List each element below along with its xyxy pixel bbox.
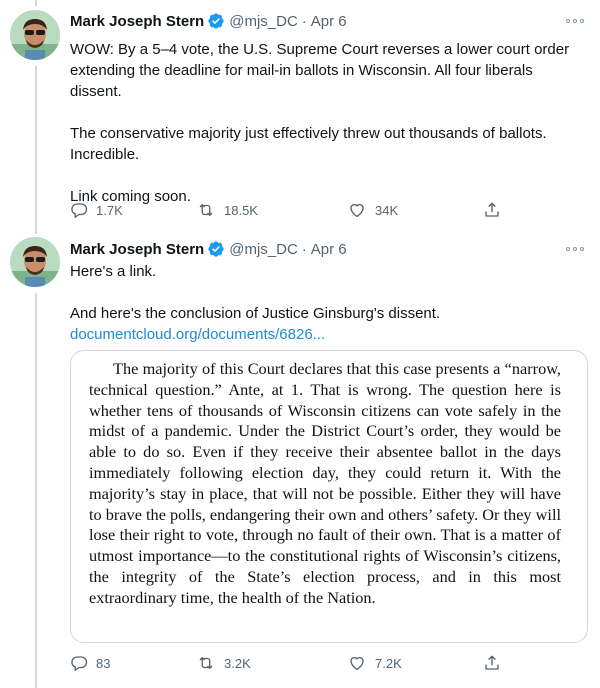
document-image[interactable]: The majority of this Court declares that… xyxy=(70,350,588,643)
author-name[interactable]: Mark Joseph Stern xyxy=(70,13,204,30)
tweet-paragraph: And here's the conclusion of Justice Gin… xyxy=(70,305,441,322)
like-icon xyxy=(350,203,364,218)
avatar[interactable] xyxy=(10,10,60,60)
tweet-text: WOW: By a 5–4 vote, the U.S. Supreme Cou… xyxy=(70,39,575,207)
retweet-count: 18.5K xyxy=(224,202,258,218)
like-button[interactable]: 34K xyxy=(347,199,398,221)
more-options-icon[interactable] xyxy=(566,244,584,254)
dissent-excerpt: The majority of this Court declares that… xyxy=(89,359,561,607)
reply-button[interactable]: 83 xyxy=(70,652,110,674)
verified-badge-icon xyxy=(207,12,225,30)
retweet-button[interactable]: 3.2K xyxy=(196,652,251,674)
tweet-paragraph: WOW: By a 5–4 vote, the U.S. Supreme Cou… xyxy=(70,41,570,100)
tweet-header: Mark Joseph Stern @mjs_DC · Apr 6 xyxy=(70,239,347,259)
share-button[interactable] xyxy=(483,199,509,221)
retweet-icon xyxy=(199,204,213,216)
avatar[interactable] xyxy=(10,237,60,287)
like-button[interactable]: 7.2K xyxy=(347,652,402,674)
reply-icon xyxy=(71,203,88,219)
tweet-paragraph: Here's a link. xyxy=(70,263,157,280)
author-handle[interactable]: @mjs_DC xyxy=(229,241,298,258)
author-handle[interactable]: @mjs_DC xyxy=(229,13,298,30)
more-options-icon[interactable] xyxy=(566,16,584,26)
reply-icon xyxy=(71,656,88,672)
share-icon xyxy=(485,655,499,670)
tweet-date[interactable]: Apr 6 xyxy=(311,241,347,258)
like-icon xyxy=(350,656,364,671)
retweet-button[interactable]: 18.5K xyxy=(196,199,258,221)
reply-count: 1.7K xyxy=(96,202,123,218)
like-count: 34K xyxy=(375,202,399,218)
like-count: 7.2K xyxy=(375,655,402,671)
retweet-icon xyxy=(199,657,213,669)
tweet[interactable]: Mark Joseph Stern @mjs_DC · Apr 6 WOW: B… xyxy=(0,0,600,232)
author-name[interactable]: Mark Joseph Stern xyxy=(70,241,204,258)
tweet-paragraph: The conservative majority just effective… xyxy=(70,125,547,163)
tweet-header: Mark Joseph Stern @mjs_DC · Apr 6 xyxy=(70,11,347,31)
separator: · xyxy=(301,240,307,258)
share-button[interactable] xyxy=(483,652,509,674)
tweet-text: Here's a link. And here's the conclusion… xyxy=(70,261,575,345)
share-icon xyxy=(485,202,499,217)
tweet-date[interactable]: Apr 6 xyxy=(311,13,347,30)
retweet-count: 3.2K xyxy=(224,655,251,671)
document-link[interactable]: documentcloud.org/documents/6826... xyxy=(70,326,325,343)
tweet[interactable]: Mark Joseph Stern @mjs_DC · Apr 6 Here's… xyxy=(0,232,600,688)
separator: · xyxy=(301,12,307,30)
tweet-actions: 1.7K 18.5K 34K xyxy=(70,199,510,221)
verified-badge-icon xyxy=(207,240,225,258)
tweet-actions: 83 3.2K 7.2K xyxy=(70,652,510,674)
reply-count: 83 xyxy=(96,655,111,671)
reply-button[interactable]: 1.7K xyxy=(70,199,123,221)
